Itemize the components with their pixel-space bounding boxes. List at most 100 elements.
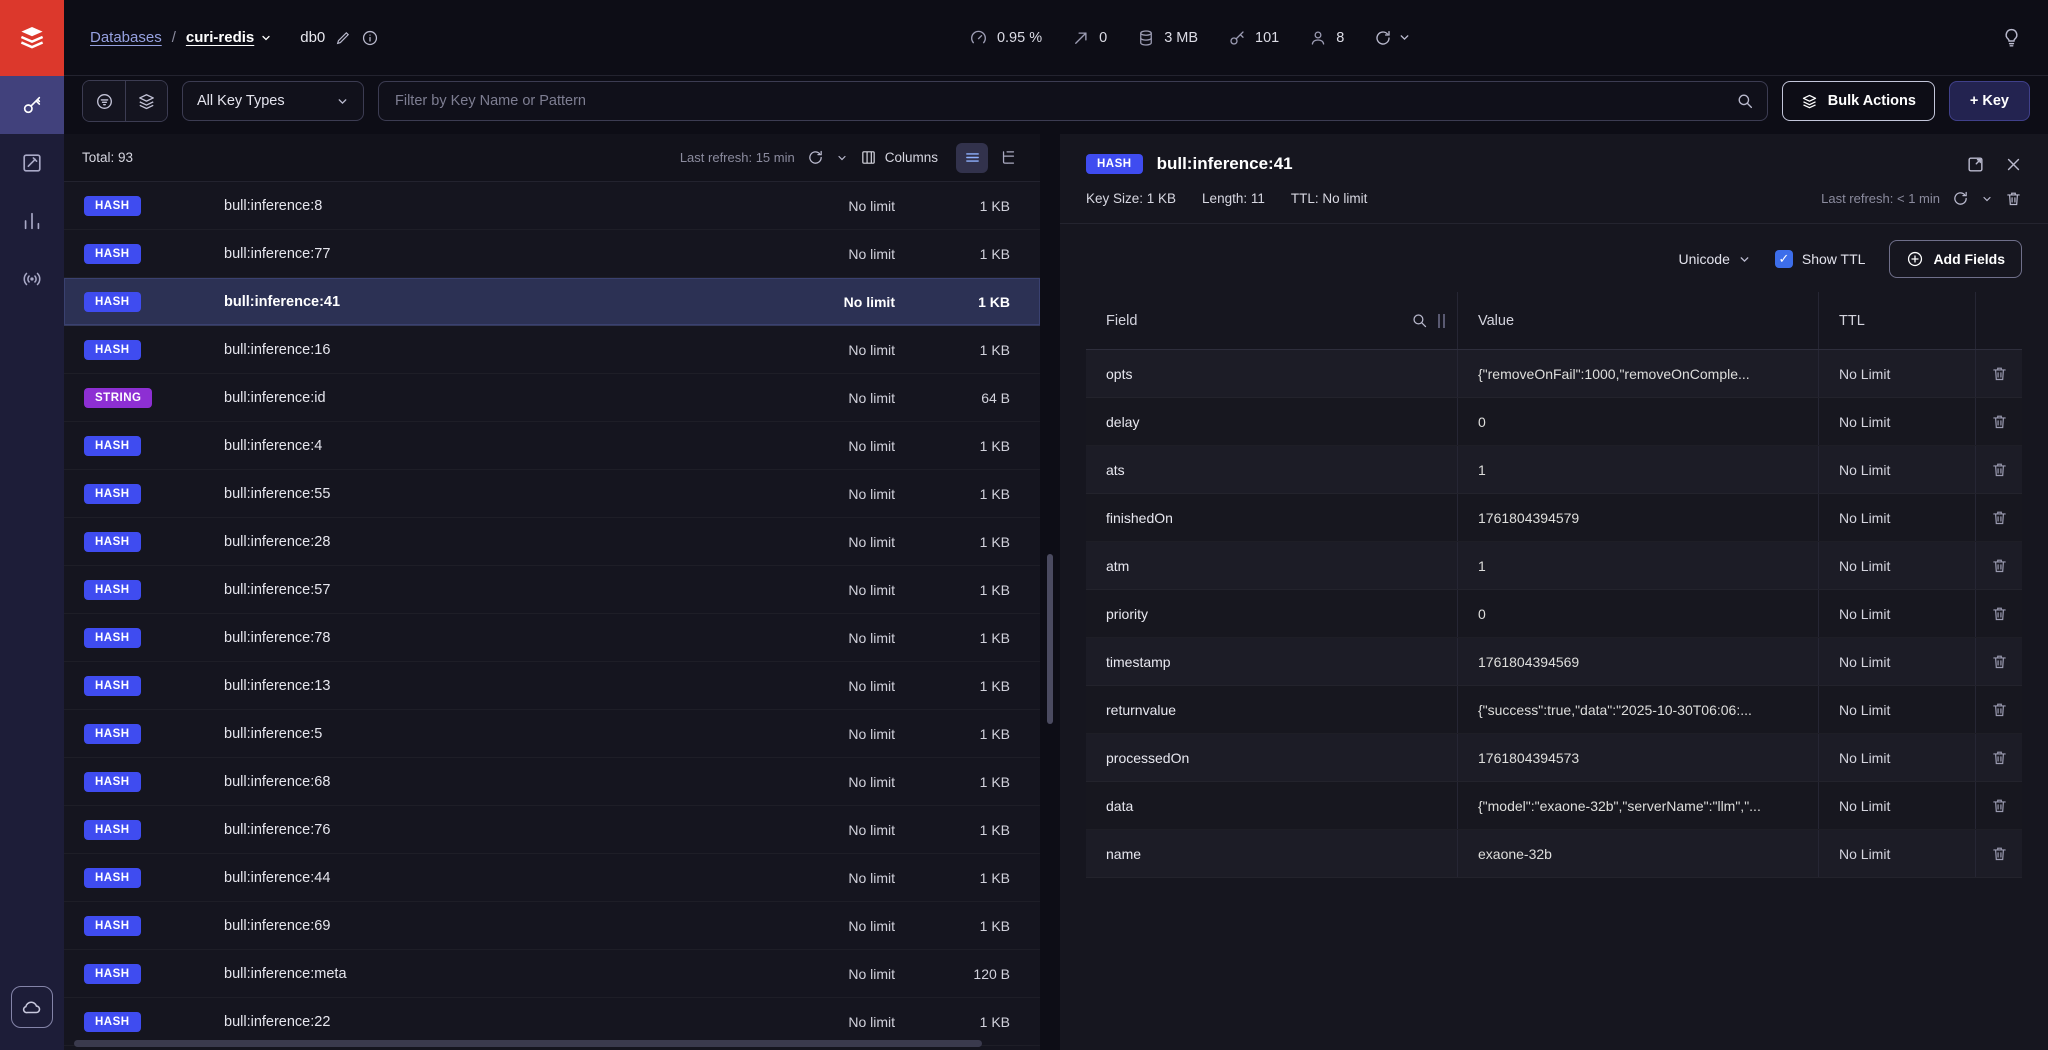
- key-row[interactable]: HASH bull:inference:8 No limit 1 KB: [64, 182, 1040, 230]
- db-info-button[interactable]: [361, 29, 379, 47]
- metric-clients: 8: [1309, 29, 1344, 47]
- field-ttl-cell[interactable]: No Limit: [1819, 686, 1976, 733]
- bulk-actions-button[interactable]: Bulk Actions: [1781, 81, 1935, 121]
- add-key-button[interactable]: + Key: [1948, 81, 2030, 121]
- key-row[interactable]: HASH bull:inference:44 No limit 1 KB: [64, 854, 1040, 902]
- key-row[interactable]: HASH bull:inference:13 No limit 1 KB: [64, 662, 1040, 710]
- key-length-label: Length: 11: [1202, 191, 1265, 206]
- show-ttl-checkbox[interactable]: ✓ Show TTL: [1774, 250, 1865, 268]
- detail-refresh-options-button[interactable]: [1981, 193, 1993, 205]
- delete-field-button[interactable]: [1991, 413, 2008, 430]
- tree-view-button[interactable]: [992, 143, 1024, 173]
- field-ttl-cell[interactable]: No Limit: [1819, 542, 1976, 589]
- cpu-gauge-icon: [969, 28, 988, 47]
- trash-icon: [1992, 463, 2006, 477]
- key-row[interactable]: HASH bull:inference:68 No limit 1 KB: [64, 758, 1040, 806]
- key-row[interactable]: HASH bull:inference:76 No limit 1 KB: [64, 806, 1040, 854]
- columns-button[interactable]: Columns: [860, 149, 938, 166]
- key-search-input[interactable]: [379, 93, 1723, 109]
- refresh-icon: [1954, 191, 1967, 205]
- key-row[interactable]: HASH bull:inference:4 No limit 1 KB: [64, 422, 1040, 470]
- detail-refresh-button[interactable]: [1952, 190, 1969, 207]
- field-ttl-cell[interactable]: No Limit: [1819, 350, 1976, 397]
- delete-field-button[interactable]: [1991, 749, 2008, 766]
- field-value-cell[interactable]: 1761804394573: [1458, 734, 1819, 781]
- fullscreen-button[interactable]: [1966, 155, 1985, 174]
- key-type-filter-select[interactable]: All Key Types: [182, 81, 364, 121]
- field-ttl-cell[interactable]: No Limit: [1819, 734, 1976, 781]
- key-row[interactable]: HASH bull:inference:77 No limit 1 KB: [64, 230, 1040, 278]
- add-fields-button[interactable]: Add Fields: [1889, 240, 2022, 278]
- close-details-button[interactable]: [2005, 156, 2022, 173]
- key-row[interactable]: HASH bull:inference:22 No limit 1 KB: [64, 998, 1040, 1046]
- insights-button[interactable]: [2001, 27, 2022, 48]
- field-ttl-cell[interactable]: No Limit: [1819, 446, 1976, 493]
- column-resize-handle[interactable]: [1438, 313, 1445, 328]
- key-size: 1 KB: [979, 725, 1010, 742]
- search-submit-button[interactable]: [1723, 82, 1767, 120]
- filter-mode-button[interactable]: [83, 81, 125, 121]
- key-ttl: No limit: [843, 293, 895, 310]
- key-row[interactable]: HASH bull:inference:5 No limit 1 KB: [64, 710, 1040, 758]
- panel-resize-handle[interactable]: [1047, 554, 1053, 724]
- delete-field-button[interactable]: [1991, 701, 2008, 718]
- list-view-button[interactable]: [956, 142, 988, 173]
- key-row[interactable]: HASH bull:inference:meta No limit 120 B: [64, 950, 1040, 998]
- sidebar-item-browse[interactable]: [0, 76, 64, 134]
- redis-logo[interactable]: [0, 0, 64, 76]
- key-name: bull:inference:meta: [224, 965, 347, 982]
- sidebar-item-analytics[interactable]: [0, 192, 64, 250]
- field-value-cell[interactable]: {"removeOnFail":1000,"removeOnComple...: [1458, 350, 1819, 397]
- key-type-cell: HASH: [84, 195, 224, 216]
- field-value-cell[interactable]: 0: [1458, 590, 1819, 637]
- field-value-cell[interactable]: 1761804394569: [1458, 638, 1819, 685]
- key-row[interactable]: HASH bull:inference:69 No limit 1 KB: [64, 902, 1040, 950]
- delete-field-button[interactable]: [1991, 365, 2008, 382]
- overview-refresh-control[interactable]: [1374, 29, 1411, 47]
- horizontal-scrollbar[interactable]: [74, 1040, 982, 1047]
- field-value-cell[interactable]: {"success":true,"data":"2025-10-30T06:06…: [1458, 686, 1819, 733]
- field-search-button[interactable]: [1411, 312, 1428, 329]
- key-row[interactable]: HASH bull:inference:78 No limit 1 KB: [64, 614, 1040, 662]
- field-ttl-cell[interactable]: No Limit: [1819, 398, 1976, 445]
- key-row[interactable]: HASH bull:inference:57 No limit 1 KB: [64, 566, 1040, 614]
- delete-field-button[interactable]: [1991, 461, 2008, 478]
- redisearch-mode-button[interactable]: [125, 81, 167, 121]
- sidebar-item-cloud[interactable]: [11, 986, 53, 1028]
- edit-db-alias-button[interactable]: [335, 30, 351, 46]
- field-value-cell[interactable]: {"model":"exaone-32b","serverName":"llm"…: [1458, 782, 1819, 829]
- delete-field-button[interactable]: [1991, 797, 2008, 814]
- field-ttl-cell[interactable]: No Limit: [1819, 590, 1976, 637]
- breadcrumb-databases-link[interactable]: Databases: [90, 29, 162, 46]
- delete-field-button[interactable]: [1991, 605, 2008, 622]
- field-value-cell[interactable]: 0: [1458, 398, 1819, 445]
- trash-icon: [1992, 655, 2006, 669]
- sidebar-item-pubsub[interactable]: [0, 250, 64, 308]
- delete-field-button[interactable]: [1991, 509, 2008, 526]
- key-row[interactable]: HASH bull:inference:41 No limit 1 KB: [64, 278, 1040, 326]
- field-value-cell[interactable]: exaone-32b: [1458, 830, 1819, 877]
- field-ttl-cell[interactable]: No Limit: [1819, 782, 1976, 829]
- delete-key-button[interactable]: [2005, 190, 2022, 207]
- key-row[interactable]: HASH bull:inference:16 No limit 1 KB: [64, 326, 1040, 374]
- key-type-badge: HASH: [84, 483, 141, 504]
- key-row[interactable]: HASH bull:inference:28 No limit 1 KB: [64, 518, 1040, 566]
- sidebar-item-workbench[interactable]: [0, 134, 64, 192]
- chevron-down-icon: [1400, 35, 1409, 41]
- field-ttl-cell[interactable]: No Limit: [1819, 638, 1976, 685]
- field-value-cell[interactable]: 1761804394579: [1458, 494, 1819, 541]
- key-row[interactable]: STRING bull:inference:id No limit 64 B: [64, 374, 1040, 422]
- delete-field-button[interactable]: [1991, 653, 2008, 670]
- list-refresh-options-button[interactable]: [836, 152, 848, 164]
- delete-field-button[interactable]: [1991, 845, 2008, 862]
- field-ttl-cell[interactable]: No Limit: [1819, 494, 1976, 541]
- database-selector[interactable]: curi-redis: [186, 29, 272, 46]
- chevron-down-icon: [1983, 196, 1991, 201]
- list-refresh-button[interactable]: [807, 149, 824, 166]
- delete-field-button[interactable]: [1991, 557, 2008, 574]
- field-value-cell[interactable]: 1: [1458, 542, 1819, 589]
- key-row[interactable]: HASH bull:inference:55 No limit 1 KB: [64, 470, 1040, 518]
- field-ttl-cell[interactable]: No Limit: [1819, 830, 1976, 877]
- encoding-select[interactable]: Unicode: [1679, 251, 1751, 267]
- field-value-cell[interactable]: 1: [1458, 446, 1819, 493]
